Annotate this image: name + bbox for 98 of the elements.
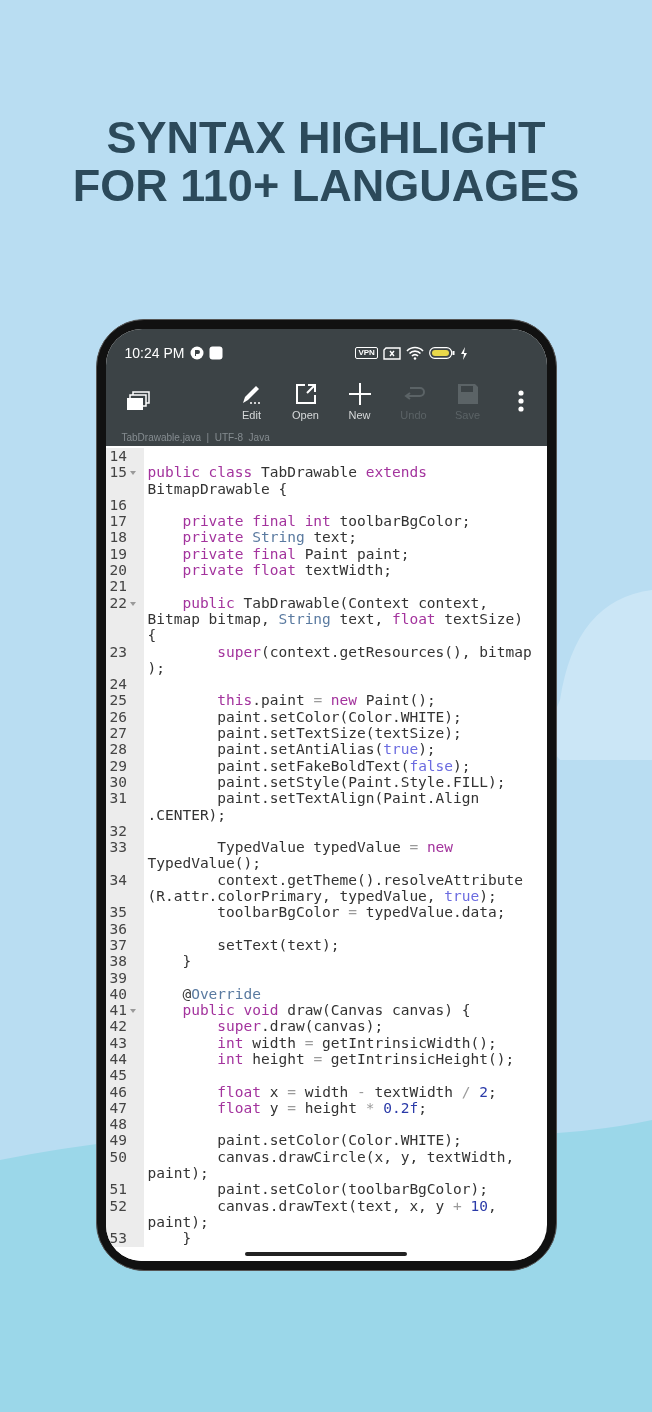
code-line: public TabDrawable(Context context,	[181, 594, 489, 611]
share-box-icon	[293, 381, 318, 406]
sim-icon	[382, 346, 401, 360]
code-line: public class TabDrawable extends	[147, 464, 428, 481]
code-line: paint);	[147, 1165, 210, 1182]
line-number: 24	[109, 676, 127, 693]
code-line: paint.setColor(toolbarBgColor);	[216, 1181, 489, 1198]
code-line: TypedValue typedValue = new	[216, 839, 455, 856]
code-line: paint.setTextSize(textSize);	[216, 725, 463, 742]
line-number: 22	[109, 594, 127, 611]
line-number: 27	[109, 725, 127, 742]
line-number: 20	[109, 562, 127, 579]
code-line: float x = width - textWidth / 2;	[216, 1083, 498, 1100]
code-line: context.getTheme().resolveAttribute	[216, 871, 524, 888]
line-number: 37	[109, 936, 127, 954]
battery-icon	[428, 347, 455, 359]
code-line: int width = getIntrinsicWidth();	[216, 1034, 498, 1051]
more-options-icon[interactable]	[516, 389, 525, 413]
line-number: 52	[109, 1197, 127, 1214]
code-line: this.paint = new Paint();	[216, 692, 437, 709]
code-line: paint.setAntiAlias(true);	[216, 741, 437, 758]
file-info: TabDrawable.java | UTF-8 Java	[121, 432, 270, 443]
code-line: paint.setStyle(Paint.Style.FILL);	[216, 773, 507, 791]
vpn-badge: VPN	[355, 347, 378, 359]
code-line: private final int toolbarBgColor;	[181, 513, 472, 530]
code-line: paint);	[147, 1213, 210, 1231]
line-number: 50	[109, 1148, 127, 1166]
line-number: 30	[109, 773, 127, 791]
code-line: private String text;	[181, 529, 359, 546]
line-number: 42	[109, 1018, 127, 1035]
code-line: setText(text);	[216, 936, 341, 954]
line-number: 32	[109, 822, 127, 840]
charging-icon	[459, 346, 468, 360]
code-line: private float textWidth;	[181, 562, 393, 579]
line-number: 48	[109, 1116, 127, 1133]
line-number: 45	[109, 1067, 127, 1084]
code-line: private final Paint paint;	[181, 545, 411, 563]
code-line: BitmapDrawable {	[147, 480, 289, 497]
status-time: 10:24 PM	[124, 345, 185, 361]
line-number: 15	[109, 464, 127, 481]
line-number: 25	[109, 692, 127, 709]
line-number: 23	[109, 643, 127, 660]
line-number: 39	[109, 969, 127, 986]
line-number: 43	[109, 1034, 127, 1051]
edit-button[interactable]: Edit	[224, 381, 279, 421]
tabs-icon[interactable]	[125, 391, 150, 411]
new-button[interactable]: New	[332, 381, 387, 421]
code-line: {	[147, 627, 158, 644]
code-line: TypedValue();	[147, 855, 262, 872]
line-number: 44	[109, 1051, 127, 1068]
code-line: paint.setColor(Color.WHITE);	[216, 1132, 463, 1149]
code-line: public void draw(Canvas canvas) {	[181, 1002, 472, 1019]
line-number: 51	[109, 1181, 127, 1198]
line-number: 40	[109, 985, 127, 1003]
open-button[interactable]: Open	[278, 381, 333, 421]
line-number: 17	[109, 513, 127, 530]
line-number: 21	[109, 578, 127, 595]
line-number: 41	[109, 1002, 127, 1019]
code-line: }	[181, 1230, 193, 1247]
line-number: 36	[109, 920, 127, 937]
headline: SYNTAX HIGHLIGHT FOR 110+ LANGUAGES	[72, 114, 580, 210]
line-number: 29	[109, 757, 127, 774]
code-line: canvas.drawText(text, x, y + 10,	[216, 1197, 498, 1214]
line-number: 38	[109, 953, 127, 970]
line-number: 46	[109, 1083, 127, 1100]
code-line: float y = height * 0.2f;	[216, 1099, 428, 1117]
code-line: paint.setTextAlign(Paint.Align	[216, 790, 481, 807]
code-line: paint.setFakeBoldText(false);	[216, 757, 472, 774]
line-number: 53	[109, 1230, 127, 1247]
code-line: (R.attr.colorPrimary, typedValue, true);	[147, 888, 498, 905]
line-number: 28	[109, 741, 127, 758]
line-number: 49	[109, 1132, 127, 1149]
line-number: 26	[109, 708, 127, 726]
line-number: 31	[109, 790, 127, 807]
home-indicator[interactable]	[245, 1251, 407, 1256]
code-line: int height = getIntrinsicHeight();	[216, 1051, 516, 1068]
code-line: canvas.drawCircle(x, y, textWidth,	[216, 1148, 516, 1166]
line-number: 19	[109, 545, 127, 563]
line-number: 16	[109, 496, 127, 514]
code-line: super(context.getResources(), bitmap	[216, 643, 533, 660]
line-number: 34	[109, 871, 127, 888]
notification-icon	[190, 346, 205, 360]
line-number: 18	[109, 529, 127, 546]
code-line: toolbarBgColor = typedValue.data;	[216, 904, 507, 921]
code-line: @Override	[181, 985, 262, 1003]
line-number: 47	[109, 1099, 127, 1117]
code-line: }	[181, 953, 193, 970]
line-number: 14	[109, 448, 127, 465]
line-number: 33	[109, 839, 127, 856]
square-icon	[209, 346, 224, 360]
code-line: super.draw(canvas);	[216, 1018, 385, 1035]
plus-icon	[347, 381, 372, 406]
code-line: paint.setColor(Color.WHITE);	[216, 708, 463, 726]
code-line: Bitmap bitmap, String text, float textSize)	[147, 610, 524, 628]
code-line: );	[147, 659, 166, 677]
code-line: .CENTER);	[147, 806, 228, 823]
line-number: 35	[109, 904, 127, 921]
wifi-icon	[405, 346, 424, 360]
